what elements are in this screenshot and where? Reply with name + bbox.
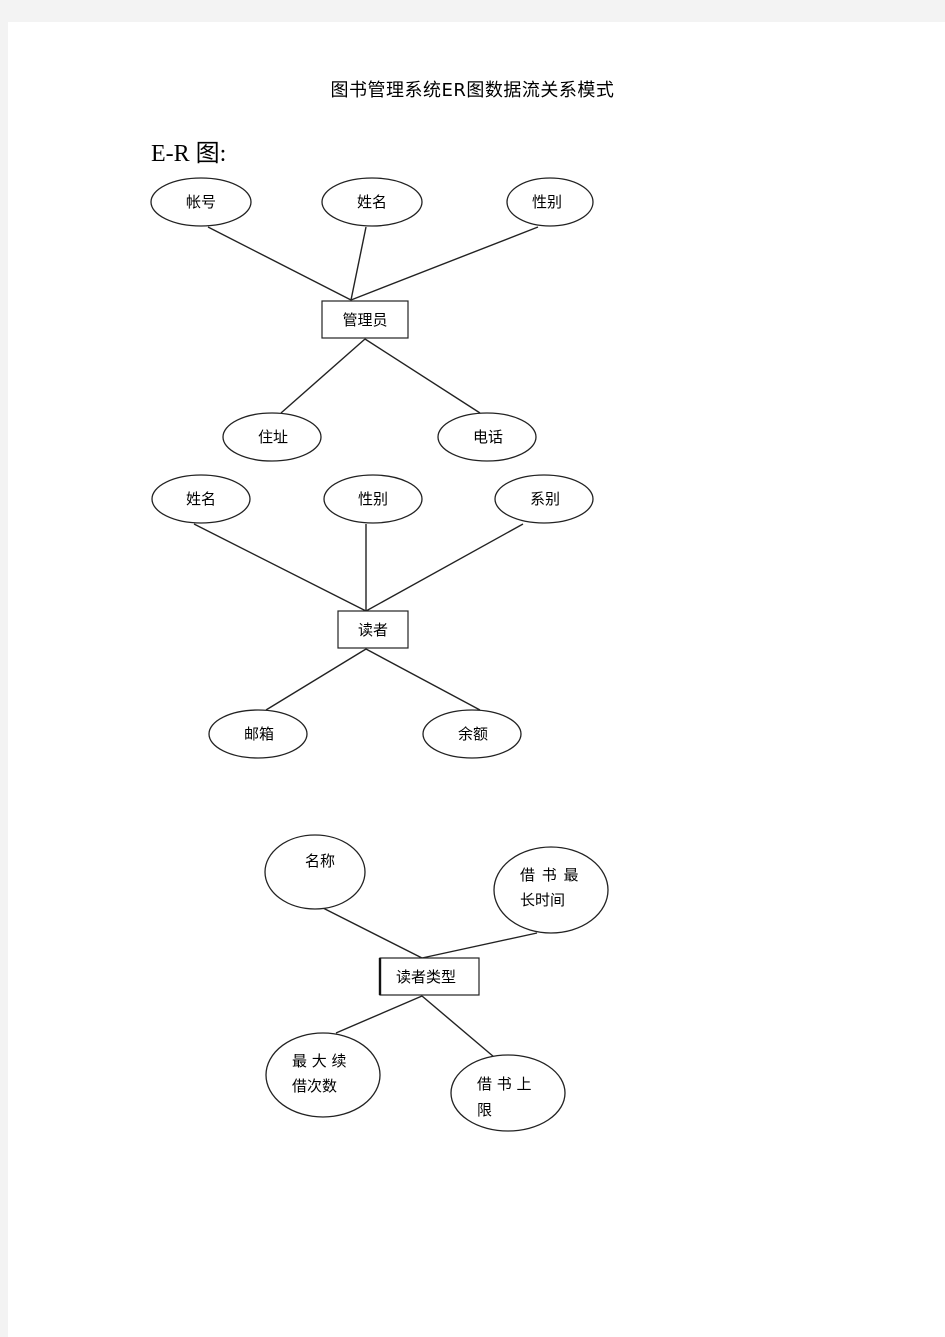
edge-readertype-max-renewals [335, 995, 423, 1034]
entity-reader: 读者 [337, 610, 409, 649]
svg-text:性别: 性别 [358, 490, 388, 508]
edge-admin-address [280, 338, 366, 414]
entity-reader-type: 读者类型 [378, 957, 480, 996]
svg-text:长时间: 长时间 [520, 891, 565, 909]
attribute-name: 姓名 [321, 177, 423, 227]
edge-admin-name [350, 226, 367, 301]
er-diagram-canvas: 帐号 姓名 性别 管理员 住址 电话 姓名 性别 系别 读者 邮箱 余额 名称 … [150, 177, 609, 1132]
edge-admin-gender [350, 226, 539, 301]
svg-text:读者类型: 读者类型 [396, 968, 456, 986]
edge-reader-department [365, 523, 524, 612]
er-diagram-admin: 帐号 姓名 性别 管理员 住址 电话 [150, 177, 594, 462]
edge-admin-phone [364, 338, 481, 414]
attribute-borrow-limit: 借 书 上 限 [450, 1054, 566, 1132]
svg-text:借 书 上: 借 书 上 [477, 1075, 532, 1093]
attribute-email: 邮箱 [208, 709, 308, 759]
edge-reader-balance [365, 648, 481, 711]
attribute-type-name: 名称 [264, 834, 366, 910]
attribute-max-borrow-duration: 借 书 最 长时间 [493, 846, 609, 934]
edge-reader-name [193, 523, 367, 612]
svg-text:电话: 电话 [473, 428, 503, 446]
svg-text:名称: 名称 [305, 852, 335, 870]
svg-text:借次数: 借次数 [292, 1077, 337, 1095]
er-diagram-reader-type: 名称 借 书 最 长时间 读者类型 最 大 续 借次数 借 书 上 限 [264, 834, 609, 1132]
edge-readertype-borrow-limit [421, 995, 495, 1058]
attribute-account: 帐号 [150, 177, 252, 227]
svg-text:借 书 最: 借 书 最 [520, 866, 579, 884]
attribute-gender: 性别 [506, 177, 594, 227]
svg-text:限: 限 [477, 1101, 492, 1119]
svg-text:管理员: 管理员 [342, 311, 387, 329]
edge-admin-account [207, 226, 352, 301]
edge-reader-email [265, 648, 367, 711]
attribute-balance: 余额 [422, 709, 522, 759]
attribute-name: 姓名 [151, 474, 251, 524]
attribute-department: 系别 [494, 474, 594, 524]
edge-readertype-name [322, 907, 423, 959]
attribute-gender: 性别 [323, 474, 423, 524]
edge-readertype-max-duration [421, 932, 538, 959]
svg-text:邮箱: 邮箱 [244, 725, 274, 743]
svg-text:余额: 余额 [458, 725, 488, 743]
attribute-address: 住址 [222, 412, 322, 462]
svg-text:最 大 续: 最 大 续 [292, 1052, 347, 1070]
svg-text:系别: 系别 [530, 490, 560, 508]
attribute-phone: 电话 [437, 412, 537, 462]
svg-text:读者: 读者 [358, 621, 388, 639]
svg-text:姓名: 姓名 [357, 193, 387, 211]
attribute-max-renewals: 最 大 续 借次数 [265, 1032, 381, 1118]
entity-admin: 管理员 [321, 300, 409, 339]
svg-text:性别: 性别 [532, 193, 562, 211]
svg-text:住址: 住址 [258, 428, 288, 446]
er-diagram-reader: 姓名 性别 系别 读者 邮箱 余额 [151, 474, 594, 759]
svg-text:姓名: 姓名 [186, 490, 216, 508]
svg-text:帐号: 帐号 [186, 193, 216, 211]
